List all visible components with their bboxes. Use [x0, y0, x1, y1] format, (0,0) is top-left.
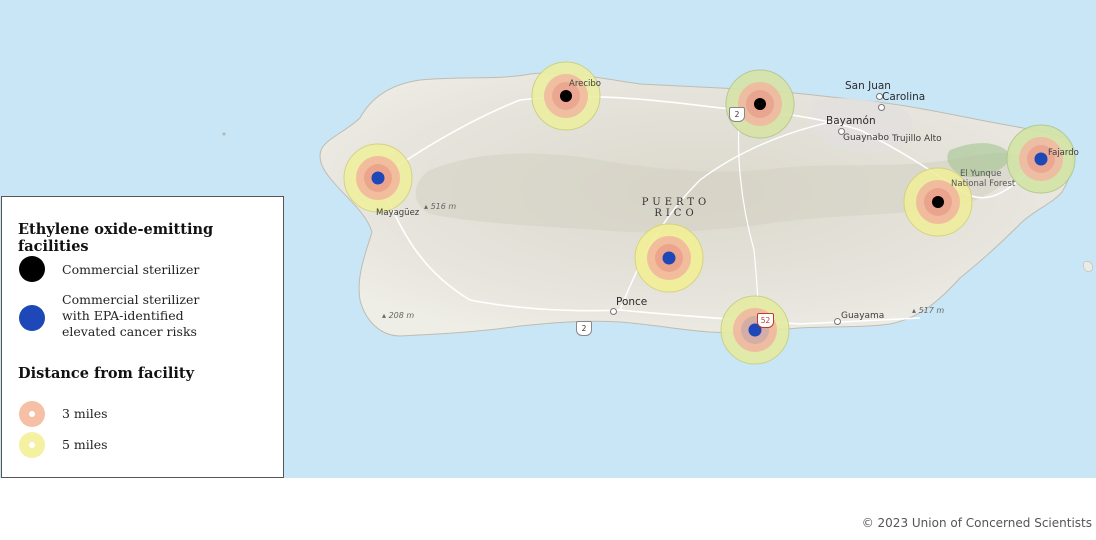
label-guayama: Guayama — [841, 311, 885, 321]
facility-salinas[interactable] — [720, 295, 790, 365]
legend-elevated-risk-label: Commercial sterilizer with EPA-identifie… — [62, 292, 199, 340]
legend-elevated-risk-icon — [19, 305, 45, 331]
label-carolina: Carolina — [882, 91, 926, 103]
legend-title-facilities: Ethylene oxide-emitting facilities — [18, 221, 214, 255]
label-fajardo: Fajardo — [1048, 148, 1079, 158]
label-el-yunque-2: National Forest — [951, 179, 1016, 189]
legend-title-distance: Distance from facility — [18, 365, 195, 382]
facility-mayaguez[interactable] — [343, 143, 413, 213]
legend-elevated-line2: with EPA-identified — [62, 308, 184, 323]
facility-toa-baja[interactable] — [725, 69, 795, 139]
facility-arecibo[interactable] — [531, 61, 601, 131]
legend-5mi-icon — [19, 432, 45, 458]
island-label-line1: PUERTO — [641, 197, 711, 208]
legend-elevated-line1: Commercial sterilizer — [62, 292, 200, 307]
label-ponce: Ponce — [616, 296, 648, 308]
label-trujillo-alto: Trujillo Alto — [892, 134, 942, 144]
elevation-517: ▴ 517 m — [912, 306, 945, 315]
copyright-notice: © 2023 Union of Concerned Scientists — [861, 516, 1092, 530]
label-arecibo: Arecibo — [569, 79, 601, 89]
legend-5mi-label: 5 miles — [62, 437, 108, 452]
label-el-yunque-1: El Yunque — [960, 169, 1002, 179]
island-label-line2: RICO — [654, 208, 698, 219]
guayama-dot — [834, 318, 841, 325]
carolina-dot — [878, 104, 885, 111]
legend-3mi-label: 3 miles — [62, 406, 108, 421]
elevation-516: ▴ 516 m — [424, 202, 457, 211]
elevation-517-text: 517 m — [918, 306, 945, 315]
island-label: PUERTO RICO — [638, 197, 714, 219]
label-guaynabo: Guaynabo — [843, 133, 889, 143]
highway-shield-52: 52 — [757, 313, 774, 328]
elevation-516-text: 516 m — [430, 202, 457, 211]
facility-fajardo[interactable] — [1006, 124, 1076, 194]
label-bayamon: Bayamón — [826, 115, 876, 127]
legend-elevated-line3: elevated cancer risks — [62, 324, 197, 339]
highway-shield-2-south: 2 — [576, 321, 592, 336]
facility-central[interactable] — [634, 223, 704, 293]
map-legend: Ethylene oxide-emitting facilities Comme… — [1, 196, 284, 478]
label-mayaguez: Mayagüez — [376, 208, 420, 218]
highway-shield-2-north: 2 — [729, 107, 745, 122]
elevation-208: ▴ 208 m — [382, 311, 415, 320]
legend-sterilizer-icon — [19, 256, 45, 282]
elevation-208-text: 208 m — [388, 311, 415, 320]
legend-3mi-icon — [19, 401, 45, 427]
legend-sterilizer-label: Commercial sterilizer — [62, 262, 200, 277]
ponce-dot — [610, 308, 617, 315]
